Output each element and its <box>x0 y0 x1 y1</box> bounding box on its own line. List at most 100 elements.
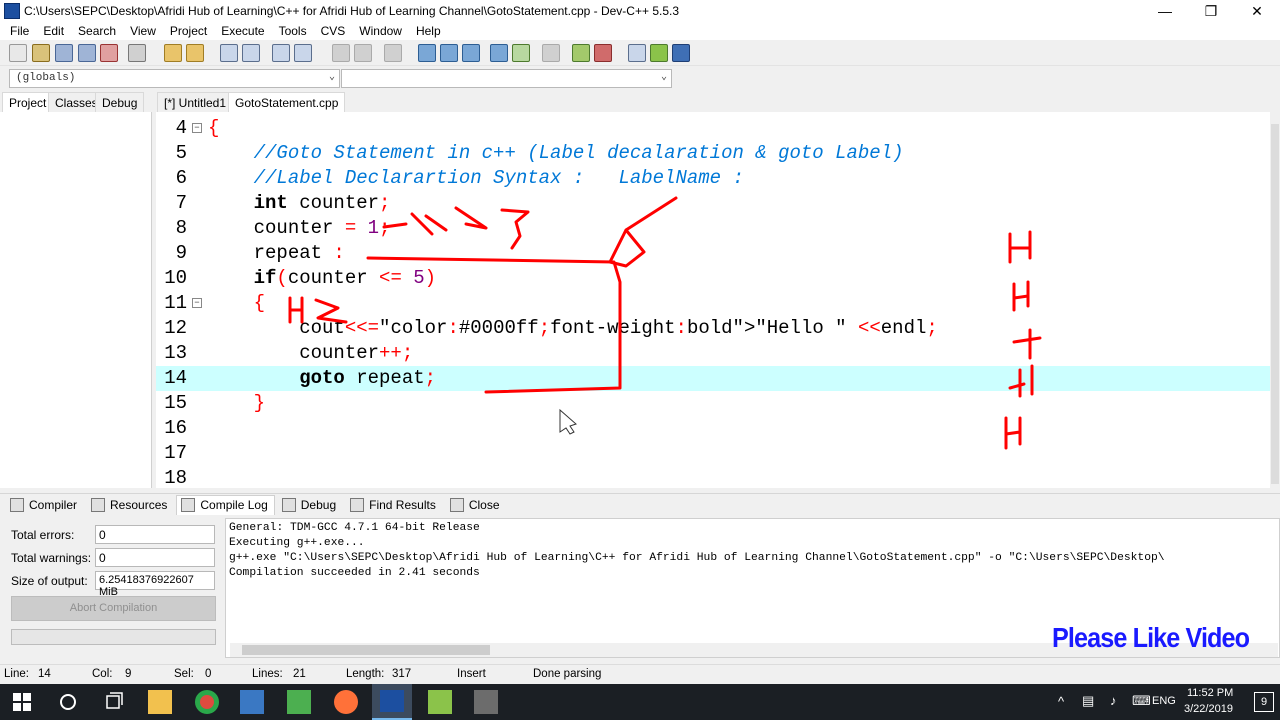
tabs-row: Project Classes Debug [*] Untitled1 Goto… <box>0 92 1280 112</box>
tab-untitled1[interactable]: [*] Untitled1 <box>157 92 234 112</box>
app-icon[interactable] <box>474 690 498 714</box>
clock-time[interactable]: 11:52 PM <box>1187 687 1233 699</box>
log-line: g++.exe "C:\Users\SEPC\Desktop\Afridi Hu… <box>229 552 1165 564</box>
tab-close[interactable]: Close <box>445 495 507 515</box>
output-size-field: 6.25418376922607 MiB <box>95 571 215 598</box>
menu-project[interactable]: Project <box>163 24 214 38</box>
bookmark-icon[interactable] <box>294 44 312 62</box>
app-icon[interactable] <box>240 690 264 714</box>
menu-window[interactable]: Window <box>352 24 409 38</box>
compile-stats: Total errors: 0 Total warnings: 0 Size o… <box>0 518 224 658</box>
new-file-icon[interactable] <box>9 44 27 62</box>
compile-icon[interactable] <box>418 44 436 62</box>
undo-icon[interactable] <box>164 44 182 62</box>
app-icon[interactable] <box>287 690 311 714</box>
total-errors-field: 0 <box>95 525 215 544</box>
arrow-head-icon <box>608 196 678 268</box>
find-icon[interactable] <box>220 44 238 62</box>
compile-log-icon <box>181 498 196 512</box>
add-to-project-icon[interactable] <box>354 44 372 62</box>
window-title: C:\Users\SEPC\Desktop\Afridi Hub of Lear… <box>24 4 680 18</box>
debug-check-icon <box>281 497 296 512</box>
chrome-icon[interactable] <box>195 690 219 714</box>
close-file-icon[interactable] <box>100 44 118 62</box>
output-h-5 <box>1004 416 1022 450</box>
close-window-button[interactable]: ✕ <box>1234 0 1280 22</box>
tab-label: Compile Log <box>200 498 268 512</box>
tab-find-results[interactable]: Find Results <box>345 495 443 515</box>
menu-help[interactable]: Help <box>409 24 448 38</box>
editor-vertical-scrollbar[interactable] <box>1270 112 1280 488</box>
notification-count: 9 <box>1260 696 1268 708</box>
tab-debug-bottom[interactable]: Debug <box>277 495 343 515</box>
counter-values-scribble <box>382 206 530 250</box>
language-indicator[interactable]: ENG <box>1152 695 1176 707</box>
total-warnings-label: Total warnings: <box>11 551 92 565</box>
syntax-check-icon[interactable] <box>512 44 530 62</box>
file-explorer-icon[interactable] <box>148 690 172 714</box>
tray-chevron-icon[interactable]: ^ <box>1058 694 1064 709</box>
delete-profile-icon[interactable] <box>594 44 612 62</box>
firefox-icon[interactable] <box>334 690 358 714</box>
windows-start-icon[interactable] <box>10 690 34 714</box>
minimize-button[interactable]: — <box>1142 0 1188 22</box>
tab-project[interactable]: Project <box>2 92 54 112</box>
goto-line-icon[interactable] <box>272 44 290 62</box>
menu-edit[interactable]: Edit <box>36 24 71 38</box>
status-bar: Line: 14 Col: 9 Sel: 0 Lines: 21 Length:… <box>0 664 1280 684</box>
mouse-pointer-icon <box>559 408 577 435</box>
profile-chart-icon[interactable] <box>572 44 590 62</box>
compile-run-icon[interactable] <box>462 44 480 62</box>
debug-icon[interactable] <box>650 44 668 62</box>
save-all-icon[interactable] <box>78 44 96 62</box>
volume-icon[interactable]: ♪ <box>1110 693 1117 708</box>
menu-search[interactable]: Search <box>71 24 123 38</box>
log-line: Executing g++.exe... <box>229 537 365 549</box>
menu-view[interactable]: View <box>123 24 163 38</box>
h-scribble <box>288 296 348 324</box>
tab-debug[interactable]: Debug <box>95 92 145 112</box>
tab-compiler[interactable]: Compiler <box>5 495 84 515</box>
tab-compile-log[interactable]: Compile Log <box>176 494 275 515</box>
scrollbar-thumb[interactable] <box>1271 124 1279 484</box>
new-project-icon[interactable] <box>332 44 350 62</box>
abort-compilation-button[interactable]: Abort Compilation <box>11 596 216 621</box>
tab-resources[interactable]: Resources <box>86 495 174 515</box>
notification-center-icon[interactable]: 9 <box>1254 692 1274 712</box>
devcpp-taskbar-button[interactable] <box>372 684 412 720</box>
keyboard-icon[interactable]: ⌨ <box>1132 693 1151 709</box>
task-view-icon[interactable] <box>102 690 126 714</box>
stop-execution-icon[interactable] <box>542 44 560 62</box>
replace-icon[interactable] <box>242 44 260 62</box>
about-icon[interactable] <box>672 44 690 62</box>
total-warnings-field: 0 <box>95 548 215 567</box>
menu-cvs[interactable]: CVS <box>314 24 353 38</box>
like-video-overlay: Please Like Video <box>1052 622 1250 653</box>
menu-execute[interactable]: Execute <box>214 24 271 38</box>
output-h-2 <box>1012 280 1030 312</box>
run-icon[interactable] <box>440 44 458 62</box>
open-file-icon[interactable] <box>32 44 50 62</box>
rebuild-icon[interactable] <box>490 44 508 62</box>
redo-icon[interactable] <box>186 44 204 62</box>
app-icon[interactable] <box>428 690 452 714</box>
scrollbar-thumb[interactable] <box>242 645 490 655</box>
clock-date[interactable]: 3/22/2019 <box>1184 703 1233 715</box>
print-icon[interactable] <box>128 44 146 62</box>
maximize-button[interactable]: ❐ <box>1188 0 1234 22</box>
compile-progress-bar <box>11 629 216 645</box>
network-icon[interactable]: ▤ <box>1082 693 1094 709</box>
status-col: 9 <box>125 668 132 680</box>
goto-declaration-icon[interactable] <box>628 44 646 62</box>
log-line: General: TDM-GCC 4.7.1 64-bit Release <box>229 522 480 534</box>
cortana-search-icon[interactable] <box>56 690 80 714</box>
project-options-icon[interactable] <box>384 44 402 62</box>
scope-select[interactable]: (globals) ⌄ <box>9 69 340 88</box>
menu-file[interactable]: File <box>3 24 36 38</box>
save-icon[interactable] <box>55 44 73 62</box>
menu-tools[interactable]: Tools <box>272 24 314 38</box>
tab-gotostatement-cpp[interactable]: GotoStatement.cpp <box>228 92 346 112</box>
member-select[interactable]: ⌄ <box>341 69 672 88</box>
code-editor[interactable]: 4 − { 5 //Goto Statement in c++ (Label d… <box>156 112 1270 488</box>
status-insert-mode: Insert <box>457 668 486 680</box>
